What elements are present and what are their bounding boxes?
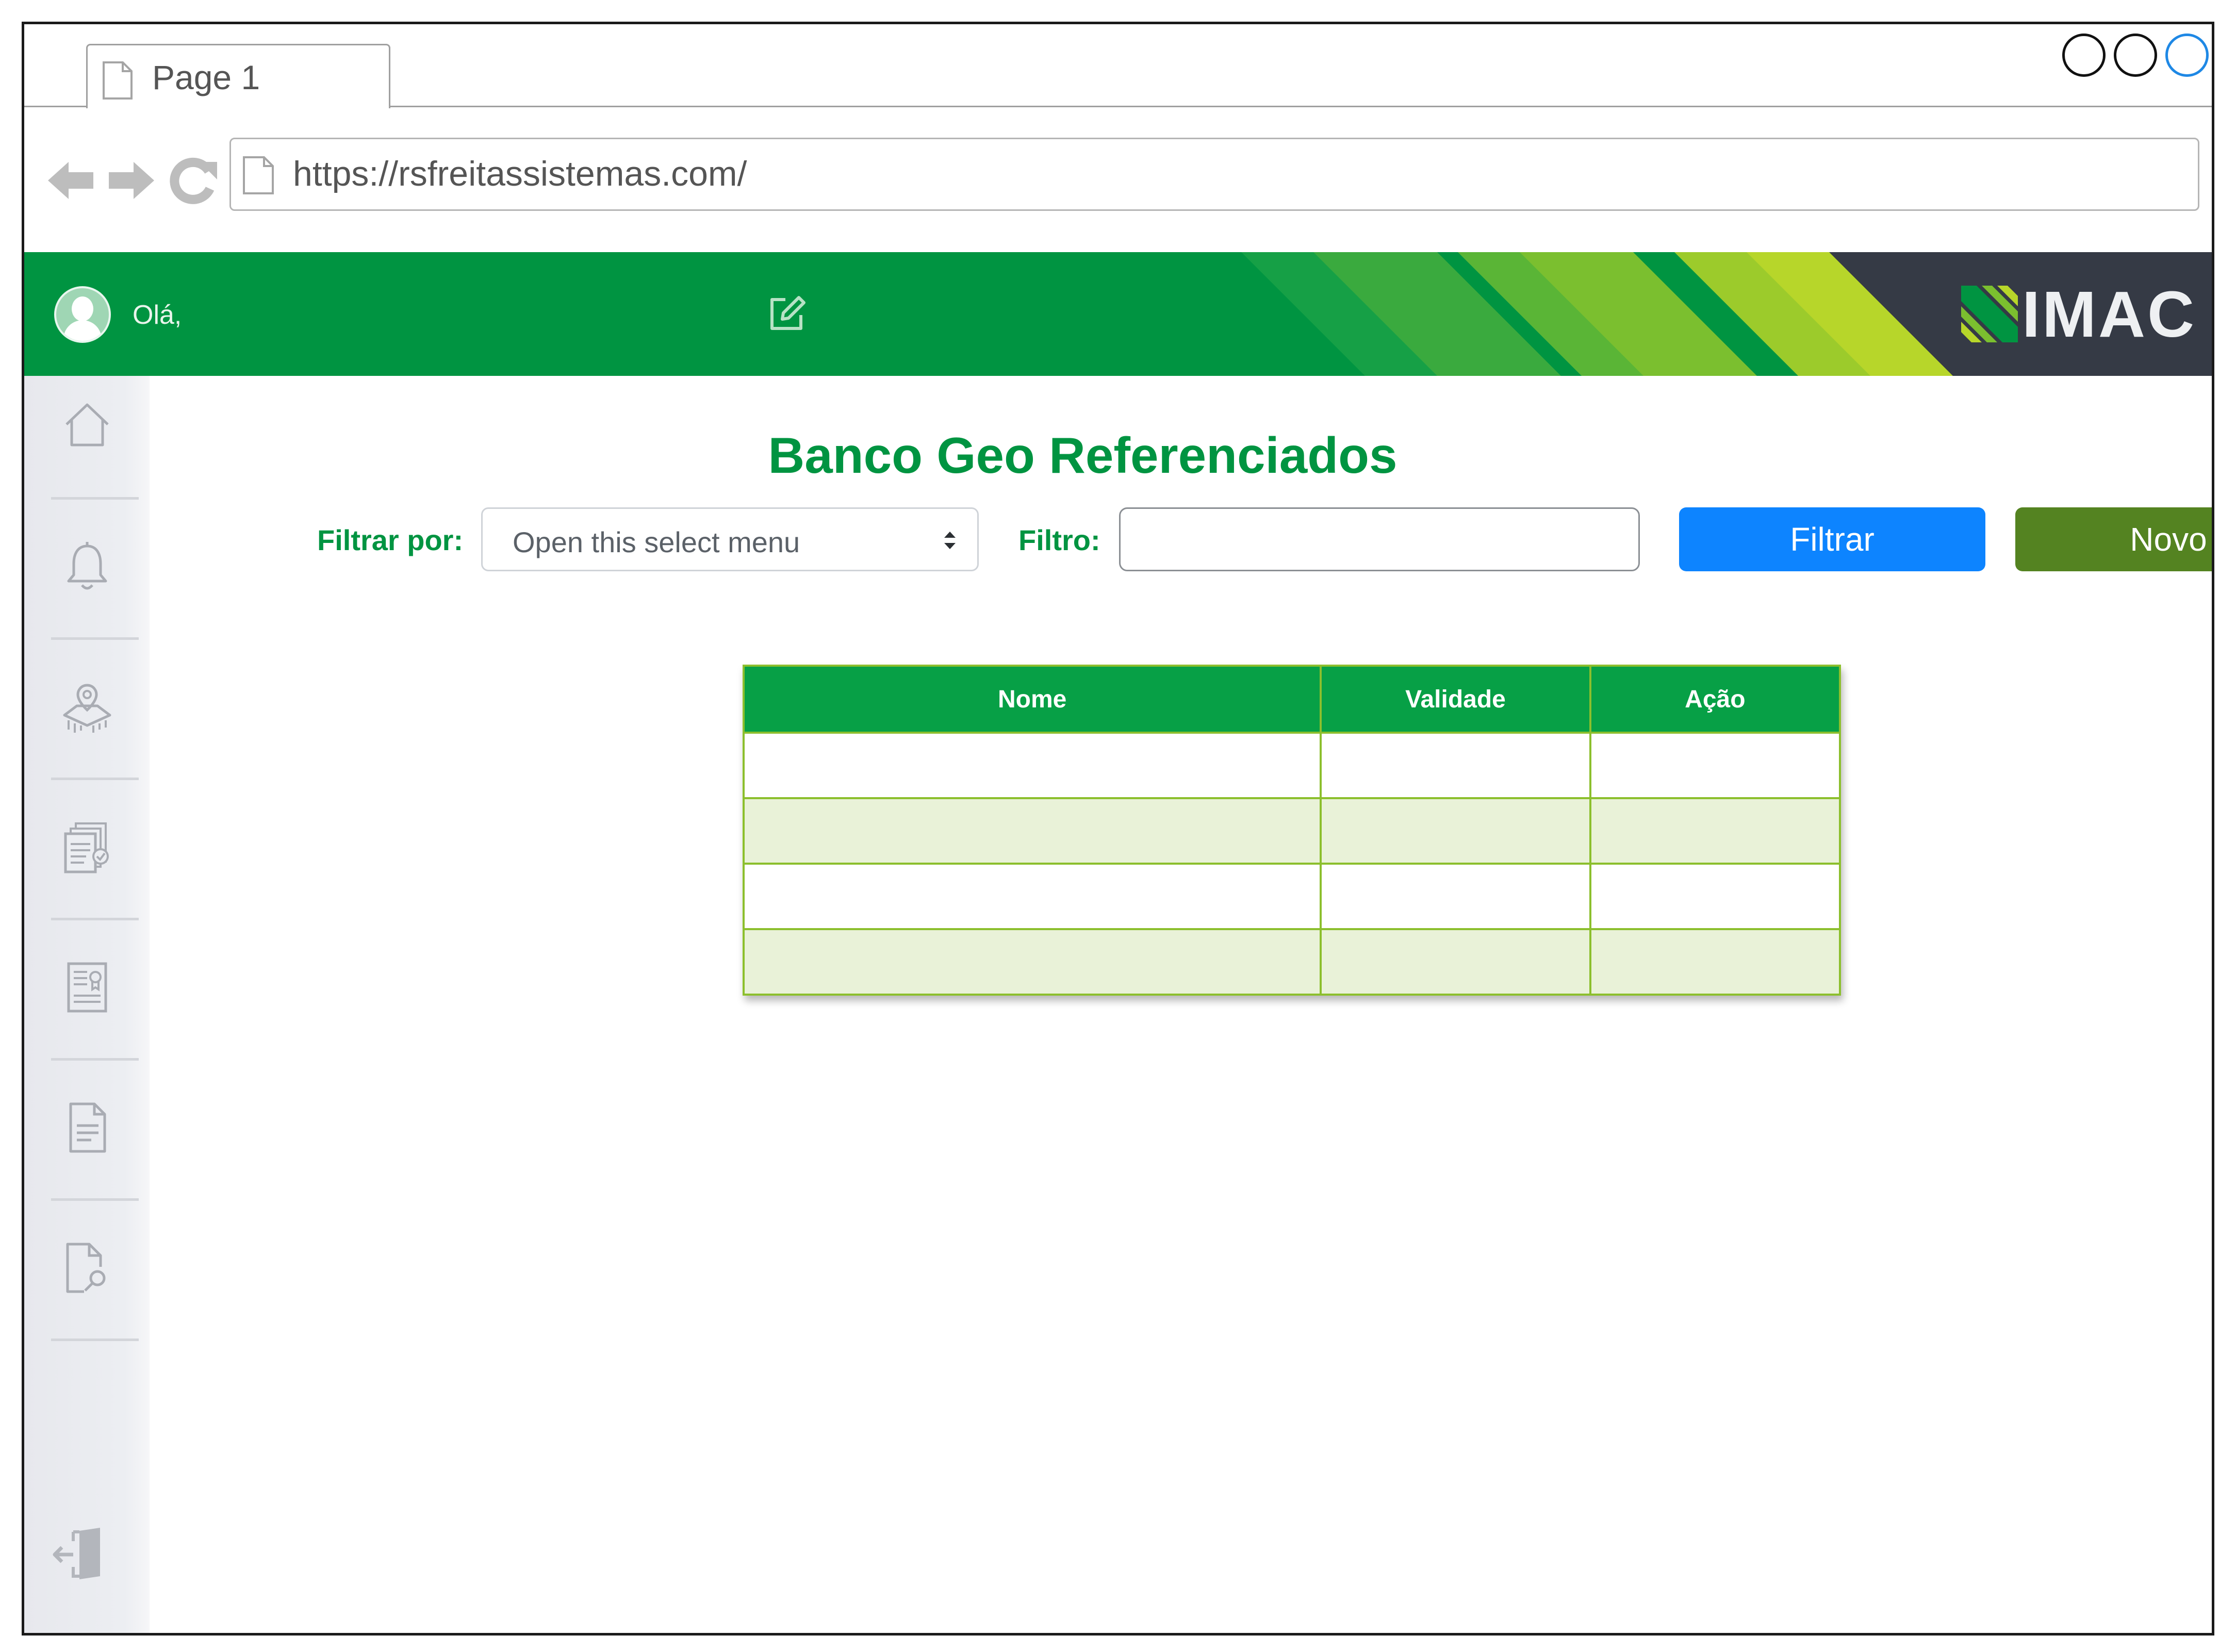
sidebar-divider [51, 497, 139, 500]
page-title: Banco Geo Referenciados [150, 426, 2212, 485]
greeting-text: Olá, [133, 300, 182, 330]
table-cell [1589, 797, 1842, 865]
header-stripes [1241, 252, 2212, 376]
browser-tab[interactable]: Page 1 [86, 44, 390, 108]
table-row [742, 928, 1842, 996]
sidebar [24, 376, 150, 1633]
filter-by-select[interactable]: Open this select menu [481, 507, 979, 571]
url-text: https://rsfreitassistemas.com/ [293, 154, 747, 193]
logout-icon[interactable] [53, 1526, 109, 1582]
document-search-icon [66, 1243, 106, 1293]
table-cell [742, 928, 1322, 996]
table-cell [1589, 863, 1842, 930]
home-icon [65, 403, 109, 447]
filter-label: Filtro: [1018, 524, 1100, 556]
sidebar-divider [51, 778, 139, 780]
table-cell [742, 863, 1322, 930]
table-row [742, 863, 1842, 930]
page-title-text: Banco Geo Referenciados [768, 427, 1397, 484]
tab-title: Page 1 [152, 58, 260, 96]
user-avatar[interactable] [54, 286, 111, 343]
table-cell [1320, 732, 1591, 799]
back-arrow-icon[interactable] [46, 156, 95, 205]
sidebar-divider [51, 918, 139, 920]
sidebar-item-reports[interactable] [24, 1077, 150, 1217]
app-header: Olá, IMAC [24, 252, 2212, 376]
filter-by-label: Filtrar por: [317, 524, 464, 556]
imac-logo-mark [1961, 286, 2018, 342]
sidebar-item-documents[interactable] [24, 797, 150, 937]
imac-logo: IMAC [1961, 278, 2196, 351]
select-sort-icon [944, 532, 956, 549]
page-icon [243, 156, 274, 194]
filter-button[interactable]: Filtrar [1679, 507, 1985, 571]
table-cell [1589, 928, 1842, 996]
sidebar-divider [51, 1058, 139, 1061]
main-content: Banco Geo Referenciados Filtrar por: Ope… [150, 376, 2212, 1633]
sidebar-divider [51, 1339, 139, 1341]
sidebar-item-home[interactable] [24, 376, 150, 516]
table-cell [1589, 732, 1842, 799]
table-row [742, 732, 1842, 799]
window-maximize-button[interactable] [2114, 34, 2157, 77]
browser-window: Page 1 https://rsfreitassistemas.com/ Ol… [22, 22, 2214, 1636]
table-cell [1320, 797, 1591, 865]
window-minimize-button[interactable] [2062, 34, 2106, 77]
select-placeholder: Open this select menu [513, 526, 800, 558]
certificate-icon [67, 962, 107, 1013]
sidebar-divider [51, 1198, 139, 1201]
forward-arrow-icon[interactable] [107, 156, 156, 205]
sidebar-item-certificates[interactable] [24, 937, 150, 1077]
url-input[interactable]: https://rsfreitassistemas.com/ [229, 138, 2199, 211]
document-text-icon [69, 1102, 106, 1153]
edit-icon[interactable] [767, 293, 808, 335]
column-header-validade[interactable]: Validade [1320, 665, 1591, 734]
column-header-nome[interactable]: Nome [742, 665, 1322, 734]
column-header-acao[interactable]: Ação [1589, 665, 1842, 734]
new-button[interactable]: Novo [2015, 507, 2212, 571]
browser-tab-bar: Page 1 [24, 24, 2212, 108]
sidebar-divider [51, 637, 139, 640]
sidebar-item-map[interactable] [24, 656, 150, 797]
page-icon [103, 61, 133, 100]
geo-table: Nome Validade Ação [742, 665, 1842, 996]
filter-input[interactable] [1119, 507, 1640, 571]
table-cell [1320, 863, 1591, 930]
table-row [742, 797, 1842, 865]
bell-icon [67, 542, 107, 590]
table-cell [1320, 928, 1591, 996]
table-header-row: Nome Validade Ação [742, 665, 1842, 734]
browser-address-bar: https://rsfreitassistemas.com/ [24, 107, 2212, 251]
map-pin-icon [63, 684, 111, 733]
reload-icon[interactable] [169, 156, 218, 205]
sidebar-item-search-documents[interactable] [24, 1217, 150, 1358]
sidebar-item-notifications[interactable] [24, 516, 150, 656]
window-close-button[interactable] [2165, 34, 2209, 77]
documents-check-icon [64, 822, 109, 873]
table-cell [742, 797, 1322, 865]
logo-text: IMAC [2022, 277, 2196, 351]
table-cell [742, 732, 1322, 799]
